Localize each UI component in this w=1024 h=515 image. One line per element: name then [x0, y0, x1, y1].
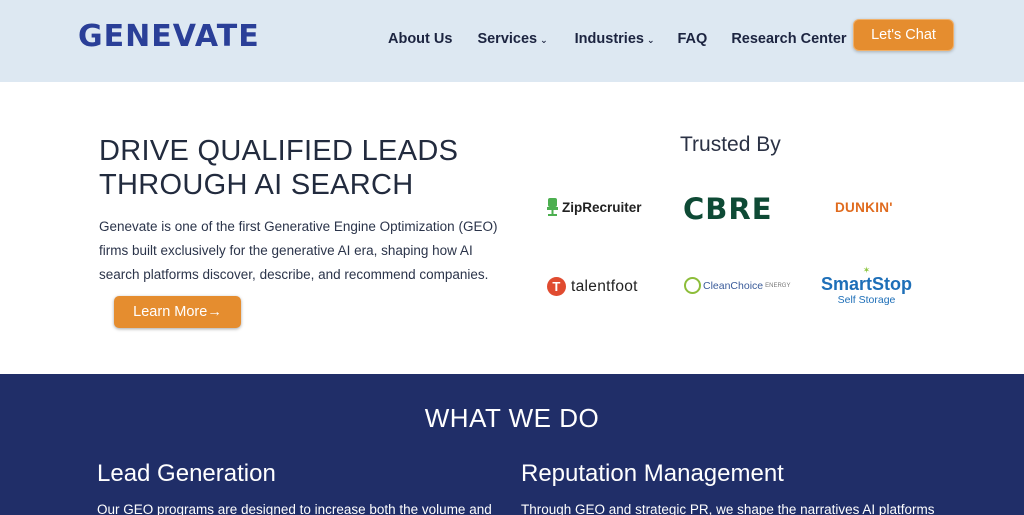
- cleanchoice-text: CleanChoice: [703, 279, 764, 292]
- nav-industries[interactable]: Industries ⌄: [575, 31, 655, 47]
- genevate-logo[interactable]: GENEVATE: [78, 19, 260, 54]
- lets-chat-button[interactable]: Let's Chat: [853, 19, 954, 51]
- talentfoot-logo: T talentfoot: [547, 277, 638, 296]
- sun-rays-icon: ✶: [862, 265, 871, 275]
- what-we-do-section: WHAT WE DO Lead Generation Our GEO progr…: [0, 374, 1024, 515]
- chair-icon: [547, 198, 558, 216]
- learn-more-button[interactable]: Learn More→: [114, 296, 241, 328]
- dunkin-logo: DUNKIN': [835, 200, 893, 215]
- cleanchoice-logo: CleanChoice ENERGY: [684, 277, 790, 294]
- cbre-logo: CBRE: [683, 192, 773, 226]
- smartstop-text: SmartStop: [821, 274, 913, 294]
- cleanchoice-ring-icon: [684, 277, 701, 294]
- cleanchoice-sub: ENERGY: [765, 282, 791, 289]
- nav-about-us[interactable]: About Us: [388, 31, 452, 47]
- hero-title: DRIVE QUALIFIED LEADS THROUGH AI SEARCH: [99, 134, 458, 202]
- nav-research-center-label: Research Center: [731, 31, 847, 47]
- nav-services[interactable]: Services ⌄: [477, 31, 547, 47]
- nav-research-center[interactable]: Research Center: [731, 31, 846, 47]
- nav-services-label: Services: [477, 31, 538, 47]
- reputation-management-title: Reputation Management: [521, 460, 784, 487]
- hero-title-line2: THROUGH AI SEARCH: [99, 169, 414, 201]
- nav-faq[interactable]: FAQ: [678, 31, 708, 47]
- smartstop-sub: Self Storage: [837, 294, 896, 306]
- nav-industries-label: Industries: [574, 31, 644, 47]
- lead-generation-text: Our GEO programs are designed to increas…: [97, 502, 492, 515]
- chevron-down-icon: ⌄: [646, 34, 655, 45]
- chevron-down-icon: ⌄: [540, 34, 548, 45]
- site-header: GENEVATE About Us Services ⌄ Industries …: [0, 0, 1024, 82]
- trusted-by-heading: Trusted By: [680, 133, 781, 156]
- smartstop-logo: ✶ SmartStop Self Storage: [821, 265, 913, 307]
- ziprecruiter-logo: ZipRecruiter: [547, 198, 642, 216]
- nav-faq-label: FAQ: [677, 31, 708, 47]
- talentfoot-text: talentfoot: [571, 277, 638, 295]
- hero-description: Genevate is one of the first Generative …: [99, 219, 498, 282]
- reputation-management-text: Through GEO and strategic PR, we shape t…: [521, 502, 935, 515]
- talentfoot-t-icon: T: [547, 277, 566, 296]
- hero-title-line1: DRIVE QUALIFIED LEADS: [99, 135, 459, 167]
- lead-generation-title: Lead Generation: [97, 460, 276, 487]
- nav-about-us-label: About Us: [388, 31, 453, 47]
- what-we-do-title: WHAT WE DO: [424, 403, 600, 433]
- main-nav: About Us Services ⌄ Industries ⌄ FAQ Res…: [388, 31, 847, 47]
- ziprecruiter-text: ZipRecruiter: [562, 199, 642, 215]
